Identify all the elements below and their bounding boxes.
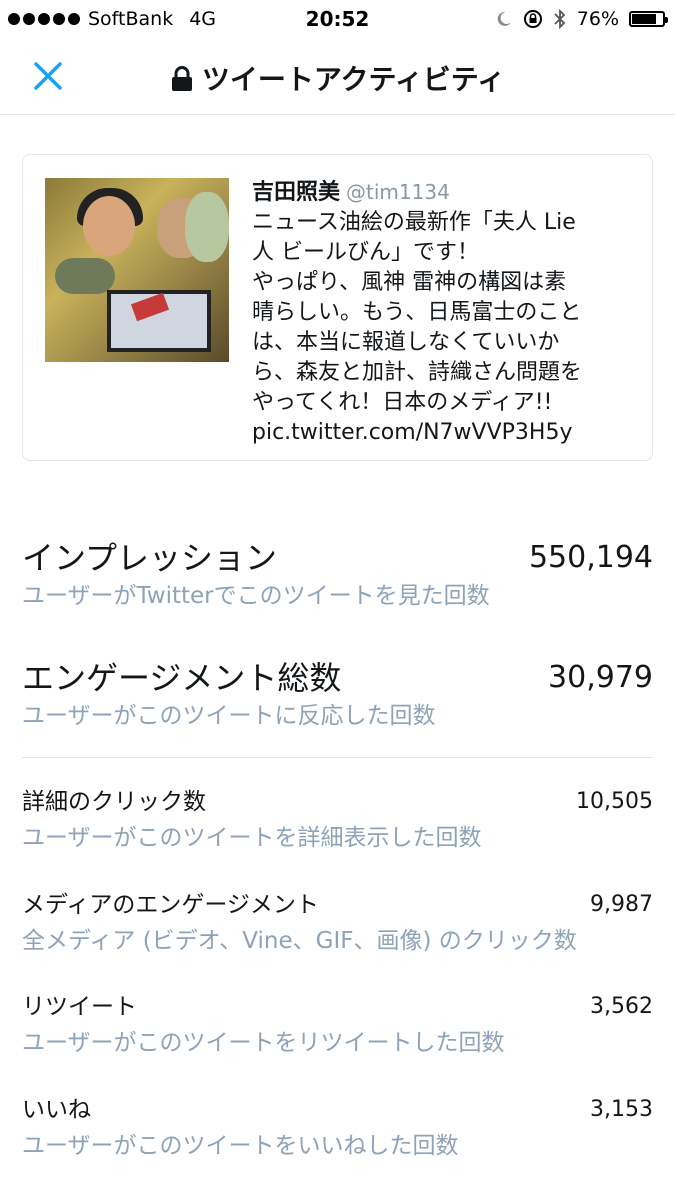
metric-label: リツイート — [22, 994, 137, 1020]
battery-icon — [629, 11, 668, 27]
orientation-lock-icon — [523, 10, 542, 28]
metric-description: ユーザーがTwitterでこのツイートを見た回数 — [22, 583, 490, 609]
moon-icon — [497, 11, 511, 26]
tweet-line: やってくれ！日本のメディア!! — [252, 390, 553, 415]
nav-bar: ツイートアクティビティ — [0, 38, 675, 115]
tweet-author-handle: @tim1134 — [346, 180, 450, 204]
metric-value: 3,153 — [590, 1097, 653, 1122]
metric-value: 550,194 — [528, 540, 653, 575]
metric-label: いいね — [22, 1097, 91, 1123]
bluetooth-icon — [554, 9, 566, 29]
metric-description: ユーザーがこのツイートをリツイートした回数 — [22, 1030, 505, 1056]
metric-retweets: リツイート 3,562 ユーザーがこのツイートをリツイートした回数 — [22, 991, 653, 1059]
status-bar: SoftBank 4G 20:52 76% — [0, 0, 675, 38]
metric-media-engagements: メディアのエンゲージメント 9,987 全メディア (ビデオ、Vine、GIF、… — [22, 889, 653, 957]
metric-description: ユーザーがこのツイートに反応した回数 — [22, 703, 436, 729]
metric-total-engagements: エンゲージメント総数 30,979 ユーザーがこのツイートに反応した回数 — [22, 658, 653, 732]
metric-description: 全メディア (ビデオ、Vine、GIF、画像) のクリック数 — [22, 928, 577, 954]
tweet-line: ら、森友と加計、詩織さん問題を — [252, 360, 583, 385]
metric-impressions: インプレッション 550,194 ユーザーがTwitterでこのツイートを見た回… — [22, 538, 653, 612]
metric-value: 3,562 — [590, 994, 653, 1019]
metric-value: 10,505 — [576, 789, 653, 814]
tweet-media-thumbnail[interactable] — [45, 178, 229, 362]
tweet-line: 晴らしい。もう、日馬富士のこと — [252, 300, 582, 325]
tweet-line: ニュース油絵の最新作「夫人 Lie — [252, 210, 576, 235]
metric-likes: いいね 3,153 ユーザーがこのツイートをいいねした回数 — [22, 1094, 653, 1162]
lock-icon — [171, 66, 192, 91]
metric-label: 詳細のクリック数 — [22, 789, 206, 815]
tweet-line: は、本当に報道しなくていいか — [252, 330, 560, 355]
divider — [22, 757, 653, 758]
page-title-container: ツイートアクティビティ — [0, 58, 675, 98]
tweet-line: やっぱり、風神 雷神の構図は素 — [252, 270, 567, 295]
status-right: 76% — [495, 8, 668, 30]
tweet-content: 吉田照美 @tim1134 ニュース油絵の最新作「夫人 Lie 人 ビールびん」で… — [252, 177, 652, 448]
metric-value: 30,979 — [548, 660, 653, 695]
metric-description: ユーザーがこのツイートを詳細表示した回数 — [22, 825, 482, 851]
metric-description: ユーザーがこのツイートをいいねした回数 — [22, 1133, 459, 1159]
metric-value: 9,987 — [590, 892, 653, 917]
tweet-link[interactable]: pic.twitter.com/N7wVVP3H5y — [252, 418, 652, 448]
tweet-card[interactable]: 吉田照美 @tim1134 ニュース油絵の最新作「夫人 Lie 人 ビールびん」で… — [22, 154, 653, 461]
metric-detail-expands: 詳細のクリック数 10,505 ユーザーがこのツイートを詳細表示した回数 — [22, 786, 653, 854]
tweet-author: 吉田照美 @tim1134 — [252, 177, 652, 208]
metric-label: メディアのエンゲージメント — [22, 892, 319, 918]
tweet-author-name: 吉田照美 — [252, 180, 341, 205]
page-title: ツイートアクティビティ — [201, 63, 506, 96]
battery-percent: 76% — [576, 8, 619, 30]
tweet-line: 人 ビールびん」です！ — [252, 240, 479, 265]
